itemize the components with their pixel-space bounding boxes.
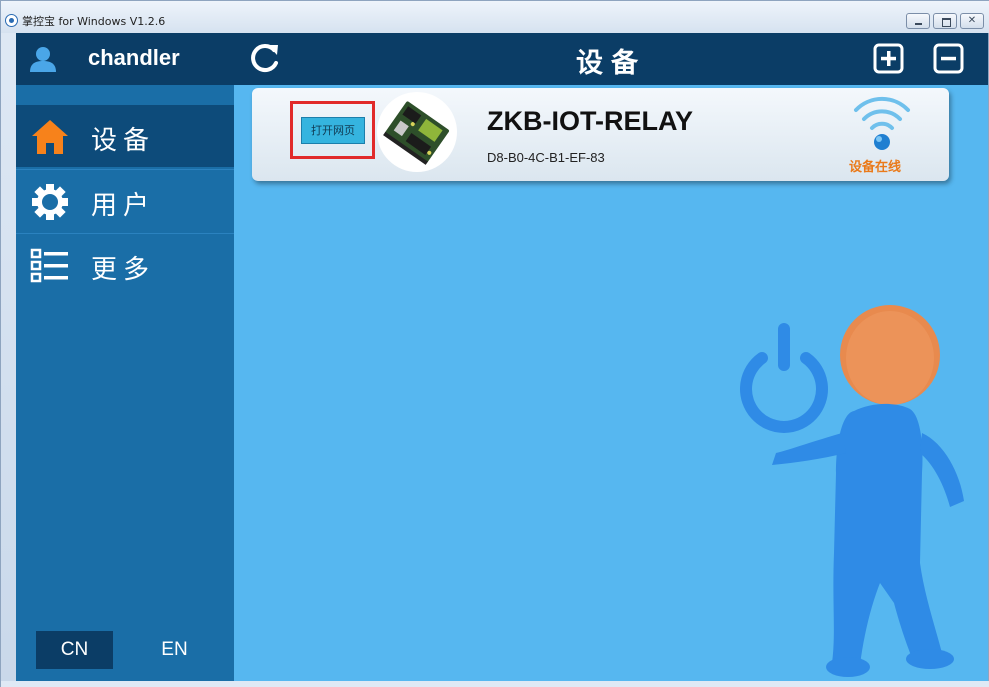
gear-icon <box>32 184 68 220</box>
device-image <box>377 92 457 172</box>
close-button[interactable]: ✕ <box>960 13 984 29</box>
list-icon <box>30 248 68 283</box>
minimize-button[interactable] <box>906 13 930 29</box>
open-webpage-button[interactable]: 打开网页 <box>301 117 365 144</box>
sidebar-item-label: 用户 <box>91 191 156 221</box>
status-badge: 设备在线 <box>849 160 902 175</box>
mascot-illustration <box>740 305 964 677</box>
device-mac-address: D8-B0-4C-B1-EF-83 <box>487 150 605 165</box>
username: chandler <box>88 45 180 70</box>
sidebar-item-users[interactable]: 用户 <box>16 170 234 232</box>
window-bottom-edge <box>1 681 989 687</box>
power-icon <box>740 323 828 433</box>
title-bar[interactable]: 掌控宝 for Windows V1.2.6 ✕ <box>1 1 989 33</box>
user-icon <box>30 47 56 72</box>
language-cn-button[interactable]: CN <box>36 631 113 669</box>
wifi-signal-icon <box>854 96 910 150</box>
circuit-board-icon <box>383 101 449 165</box>
device-card[interactable]: 打开网页 ZKB-IOT-RELAY D8-B0-4C-B1-EF-83 设备在… <box>252 88 949 181</box>
window-title: 掌控宝 for Windows V1.2.6 <box>22 15 166 28</box>
app-window: 掌控宝 for Windows V1.2.6 ✕ chandler 设备 用户 … <box>0 0 989 687</box>
sidebar-item-label: 更多 <box>91 255 156 285</box>
window-controls: ✕ <box>906 13 984 29</box>
user-bar[interactable]: chandler <box>16 33 234 85</box>
remove-icon[interactable] <box>933 43 964 74</box>
home-icon <box>32 120 68 154</box>
header-bar: 设备 <box>234 33 988 85</box>
sidebar-item-more[interactable]: 更多 <box>16 234 234 296</box>
sidebar-item-devices[interactable]: 设备 <box>16 105 234 167</box>
language-en-button[interactable]: EN <box>136 631 213 669</box>
device-name: ZKB-IOT-RELAY <box>487 106 694 136</box>
sidebar: chandler 设备 用户 更多 CN EN <box>16 33 234 681</box>
sidebar-item-label: 设备 <box>91 126 156 156</box>
maximize-button[interactable] <box>933 13 957 29</box>
main-panel: 设备 打开网页 ZKB-IOT-RELAY D8-B0-4C-B1-EF-83 … <box>234 33 988 681</box>
add-icon[interactable] <box>873 43 904 74</box>
app-logo-icon <box>5 14 18 27</box>
